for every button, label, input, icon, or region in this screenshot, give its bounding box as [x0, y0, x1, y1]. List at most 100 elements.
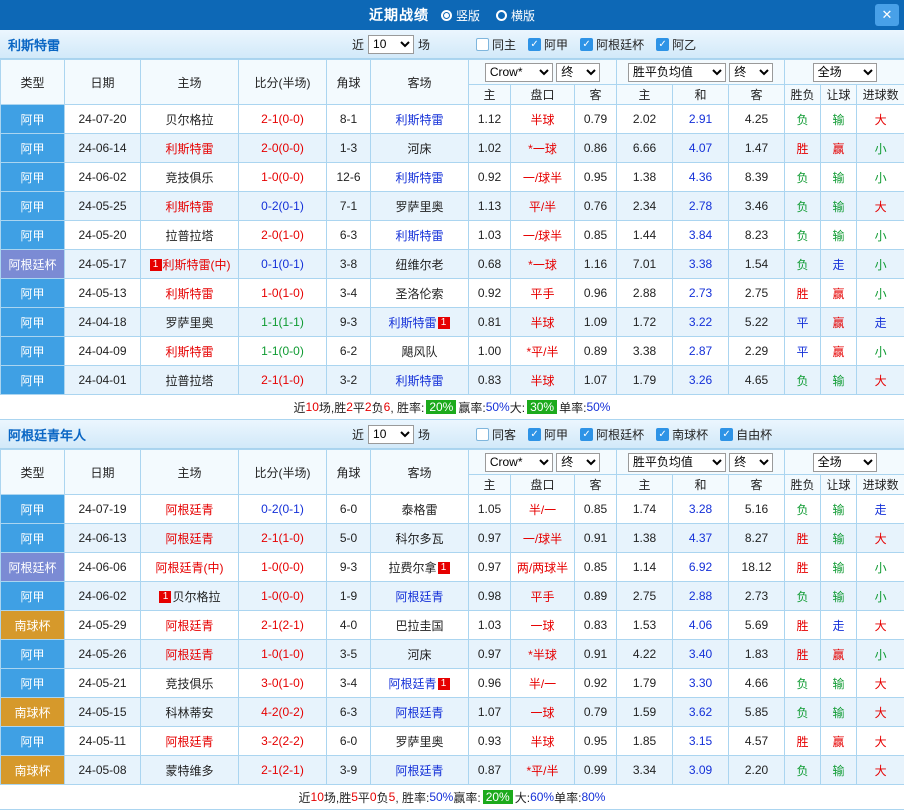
wdl-draw: 3.28	[673, 495, 729, 524]
result-cell: 负	[785, 495, 821, 524]
home-team: 拉普拉塔	[141, 366, 239, 395]
scope-select[interactable]: 全场	[813, 453, 877, 472]
date-cell: 24-04-09	[65, 337, 141, 366]
home-team-name: 阿根廷青	[165, 648, 213, 662]
league-badge: 阿甲	[1, 669, 65, 698]
wdl-home: 4.22	[617, 640, 673, 669]
result-cell: 负	[785, 105, 821, 134]
odds-final-select[interactable]: 终	[556, 453, 600, 472]
filter-checkbox[interactable]: ✓阿甲	[528, 36, 568, 53]
filter-checkbox[interactable]: ✓阿甲	[528, 426, 568, 443]
near-label: 近	[352, 36, 364, 53]
filter-label: 阿根廷杯	[596, 36, 644, 53]
away-team-name: 利斯特雷	[395, 113, 443, 127]
goals-result-cell: 大	[857, 192, 904, 221]
handicap-result-cell: 输	[821, 366, 857, 395]
match-row: 阿甲24-05-21竞技俱乐3-0(1-0)3-4阿根廷青10.96半/一0.9…	[1, 669, 904, 698]
goals-result-cell: 大	[857, 524, 904, 553]
league-badge: 阿甲	[1, 308, 65, 337]
close-button[interactable]: ✕	[875, 4, 899, 26]
odds-company-select[interactable]: Crow*	[485, 63, 553, 82]
score-cell: 1-0(1-0)	[239, 640, 327, 669]
result-cell: 负	[785, 250, 821, 279]
summary-text: 2	[346, 400, 353, 414]
match-row: 阿甲24-04-09利斯特雷1-1(0-0)6-2飓风队1.00*平/半0.89…	[1, 337, 904, 366]
result-cell: 负	[785, 163, 821, 192]
wdl-home: 3.38	[617, 337, 673, 366]
away-team: 利斯特雷	[371, 105, 469, 134]
odds-home: 0.87	[469, 756, 511, 785]
league-badge: 阿甲	[1, 366, 65, 395]
result-cell: 负	[785, 669, 821, 698]
goals-result-cell: 大	[857, 698, 904, 727]
date-cell: 24-05-26	[65, 640, 141, 669]
summary-text: 场,胜	[324, 789, 351, 806]
filter-checkbox[interactable]: 同客	[476, 426, 516, 443]
filter-checkbox[interactable]: ✓阿根廷杯	[580, 426, 644, 443]
wdl-avg-select[interactable]: 胜平负均值	[628, 453, 726, 472]
filter-label: 阿根廷杯	[596, 426, 644, 443]
summary-text: 10	[311, 790, 324, 804]
odds-away: 1.16	[575, 250, 617, 279]
league-badge: 阿甲	[1, 221, 65, 250]
radio-horizontal[interactable]: 横版	[496, 7, 535, 24]
handicap-result-cell: 输	[821, 553, 857, 582]
goals-result-cell: 小	[857, 134, 904, 163]
corner-cell: 9-3	[327, 308, 371, 337]
odds-away: 0.76	[575, 192, 617, 221]
wdl-home: 2.88	[617, 279, 673, 308]
radio-vertical[interactable]: 竖版	[441, 7, 480, 24]
away-team-name: 河床	[407, 648, 431, 662]
scope-select[interactable]: 全场	[813, 63, 877, 82]
wdl-away: 5.22	[729, 308, 785, 337]
odds-away: 0.99	[575, 756, 617, 785]
match-row: 南球杯24-05-29阿根廷青2-1(2-1)4-0巴拉圭国1.03一球0.83…	[1, 611, 904, 640]
match-row: 阿根廷杯24-05-171利斯特雷(中)0-1(0-1)3-8纽维尔老0.68*…	[1, 250, 904, 279]
handicap-result-cell: 输	[821, 698, 857, 727]
home-team: 利斯特雷	[141, 192, 239, 221]
red-card-badge: 1	[150, 259, 162, 271]
date-cell: 24-04-01	[65, 366, 141, 395]
odds-final-select[interactable]: 终	[556, 63, 600, 82]
summary-text: 平	[358, 789, 370, 806]
odds-line: *半球	[511, 640, 575, 669]
summary-text: 平	[353, 399, 365, 416]
corner-cell: 3-4	[327, 669, 371, 698]
wdl-final-select[interactable]: 终	[729, 63, 773, 82]
wdl-away: 5.69	[729, 611, 785, 640]
odds-line: 两/两球半	[511, 553, 575, 582]
away-team: 拉费尔拿1	[371, 553, 469, 582]
wdl-final-select[interactable]: 终	[729, 453, 773, 472]
home-team-name: 拉普拉塔	[165, 229, 213, 243]
filter-checkbox[interactable]: 同主	[476, 36, 516, 53]
result-cell: 胜	[785, 279, 821, 308]
recent-count-select[interactable]: 10	[368, 35, 414, 54]
filter-label: 同客	[492, 426, 516, 443]
red-card-badge: 1	[438, 562, 450, 574]
filter-checkbox[interactable]: ✓阿乙	[656, 36, 696, 53]
date-cell: 24-06-13	[65, 524, 141, 553]
home-team-name: 阿根廷青	[165, 619, 213, 633]
col-wdl-away: 客	[729, 85, 785, 105]
score-cell: 1-0(0-0)	[239, 582, 327, 611]
odds-away: 0.89	[575, 582, 617, 611]
wdl-home: 1.79	[617, 669, 673, 698]
home-team: 蒙特维多	[141, 756, 239, 785]
score-cell: 2-1(0-0)	[239, 105, 327, 134]
match-row: 阿甲24-05-26阿根廷青1-0(1-0)3-5河床0.97*半球0.914.…	[1, 640, 904, 669]
filter-checkbox[interactable]: ✓阿根廷杯	[580, 36, 644, 53]
goals-result-cell: 大	[857, 727, 904, 756]
home-team-name: 蒙特维多	[165, 764, 213, 778]
wdl-home: 7.01	[617, 250, 673, 279]
filter-label: 自由杯	[736, 426, 772, 443]
filter-checkbox[interactable]: ✓自由杯	[720, 426, 772, 443]
recent-count-select[interactable]: 10	[368, 425, 414, 444]
home-team-name: 贝尔格拉	[165, 113, 213, 127]
filter-checkbox[interactable]: ✓南球杯	[656, 426, 708, 443]
score-cell: 3-2(2-2)	[239, 727, 327, 756]
home-team-name: 阿根廷青	[165, 532, 213, 546]
wdl-draw: 2.78	[673, 192, 729, 221]
odds-company-select[interactable]: Crow*	[485, 453, 553, 472]
odds-line: 平/半	[511, 192, 575, 221]
wdl-avg-select[interactable]: 胜平负均值	[628, 63, 726, 82]
